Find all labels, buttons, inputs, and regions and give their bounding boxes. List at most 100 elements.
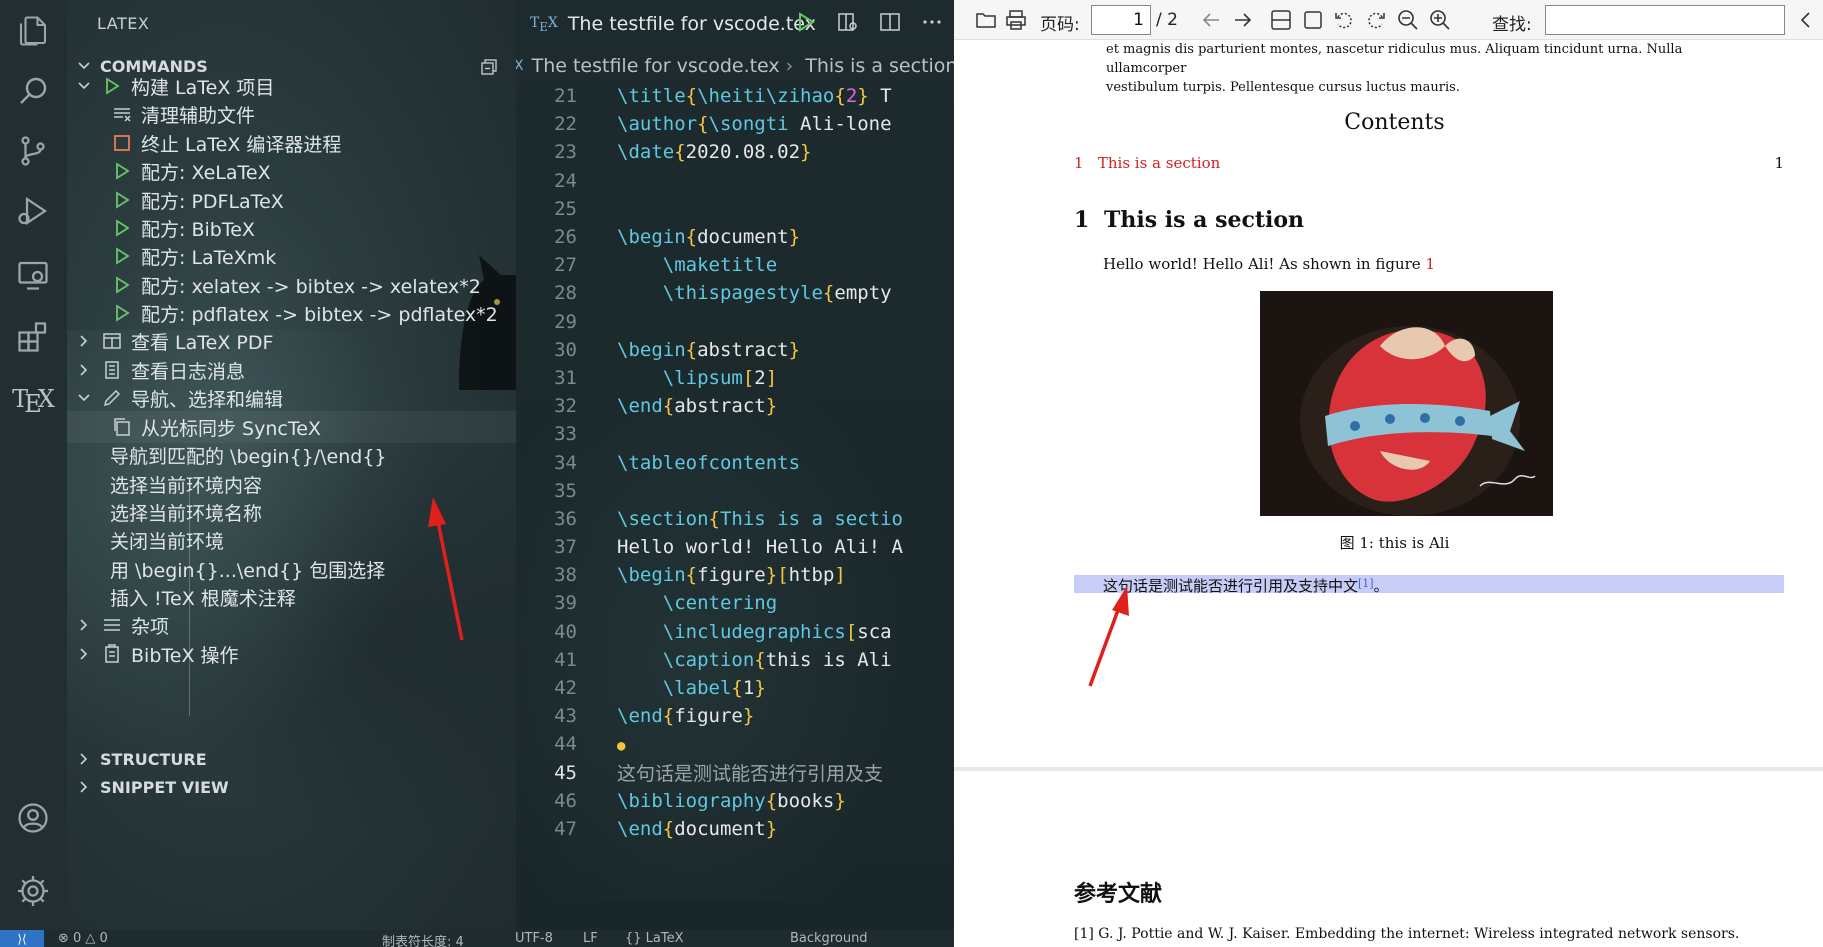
command-goto-matching-env[interactable]: 导航到匹配的 \begin{}/\end{}	[67, 439, 516, 471]
command-label: 关闭当前环境	[110, 530, 225, 553]
code-line[interactable]: 43 \end{figure}	[516, 702, 954, 730]
code-text: \title{\heiti\zihao{2} T	[617, 85, 892, 107]
code-text: \end{figure}	[617, 705, 754, 727]
page-total: / 2	[1156, 10, 1178, 30]
code-line[interactable]: 44 ●	[516, 730, 954, 758]
command-navigate-select-edit[interactable]: 导航、选择和编辑	[67, 382, 516, 414]
rotate-cw-icon[interactable]	[1364, 8, 1388, 32]
command-misc[interactable]: 杂项	[67, 609, 516, 641]
toc-title: This is a section	[1097, 154, 1221, 172]
code-line[interactable]: 30 \begin{abstract}	[516, 336, 954, 364]
find-input[interactable]	[1545, 5, 1785, 35]
code-line[interactable]: 31 \lipsum[2]	[516, 364, 954, 392]
view-pdf-icon[interactable]	[836, 10, 860, 34]
search-icon[interactable]	[10, 68, 56, 114]
code-line[interactable]: 26 \begin{document}	[516, 223, 954, 251]
zoom-in-icon[interactable]	[1428, 8, 1452, 32]
arrow-left-icon[interactable]	[1199, 8, 1223, 32]
line-number: 32	[554, 395, 577, 418]
code-line[interactable]: 25	[516, 195, 954, 223]
code-line[interactable]: 23 \date{2020.08.02}	[516, 138, 954, 166]
code-editor[interactable]: TEX The testfile for vscode.tex X The te…	[516, 0, 954, 930]
remote-indicator[interactable]: ⟩⟨	[0, 930, 44, 947]
fit-page-icon[interactable]	[1301, 8, 1325, 32]
code-token: }	[765, 395, 778, 418]
code-token: This is a sectio	[719, 507, 903, 530]
code-line[interactable]: 24	[516, 167, 954, 195]
figure-ref-link[interactable]: 1	[1425, 255, 1435, 273]
zoom-out-icon[interactable]	[1396, 8, 1420, 32]
code-line[interactable]: 36 \section{This is a sectio	[516, 505, 954, 533]
breadcrumb-section[interactable]: This is a section	[805, 55, 954, 77]
citation-link[interactable]: [1]	[1358, 577, 1374, 590]
code-line[interactable]: 47 \end{document}	[516, 815, 954, 843]
rotate-ccw-icon[interactable]	[1332, 8, 1356, 32]
settings-gear-icon[interactable]	[10, 868, 56, 914]
background-indicator[interactable]: Background	[790, 931, 868, 946]
source-control-icon[interactable]	[10, 128, 56, 174]
code-line[interactable]: 45 这句话是测试能否进行引用及支	[516, 759, 954, 787]
command-recipe-xelatex[interactable]: 配方: XeLaTeX	[67, 155, 516, 187]
code-line[interactable]: 38 \begin{figure}[htbp]	[516, 561, 954, 589]
explorer-icon[interactable]	[10, 8, 56, 54]
command-recipe-latexmk[interactable]: 配方: LaTeXmk	[67, 240, 516, 272]
eol-indicator[interactable]: LF	[583, 931, 598, 946]
print-icon[interactable]	[1004, 8, 1028, 32]
page-number-input[interactable]	[1091, 5, 1151, 35]
code-token: {	[685, 85, 698, 108]
problems-indicator[interactable]: ⊗ 0 △ 0	[58, 931, 108, 946]
code-token: document	[674, 817, 766, 840]
open-folder-icon[interactable]	[974, 8, 998, 32]
code-lines[interactable]: 21 \title{\heiti\zihao{2} T 22 \author{\son…	[516, 82, 954, 843]
code-token: {	[685, 226, 698, 249]
code-line[interactable]: 42 \label{1}	[516, 674, 954, 702]
account-icon[interactable]	[10, 795, 56, 841]
build-play-icon[interactable]	[794, 10, 818, 34]
code-line[interactable]: 46 \bibliography{books}	[516, 787, 954, 815]
code-line[interactable]: 33	[516, 420, 954, 448]
pdf-viewer[interactable]: 页码: / 2 查找: et magnis dis parturient mon…	[954, 0, 1823, 947]
indent-indicator[interactable]: 制表符长度: 4	[382, 931, 464, 947]
lightbulb-icon[interactable]: ●	[617, 738, 625, 754]
command-bibtex-actions[interactable]: BibTeX 操作	[67, 638, 516, 670]
run-debug-icon[interactable]	[10, 188, 56, 234]
remote-explorer-icon[interactable]	[10, 252, 56, 298]
editor-tab[interactable]: TEX The testfile for vscode.tex	[516, 0, 816, 48]
code-line[interactable]: 40 \includegraphics[sca	[516, 618, 954, 646]
code-line[interactable]: 39 \centering	[516, 589, 954, 617]
code-token: abstract	[674, 395, 766, 418]
code-line[interactable]: 29	[516, 308, 954, 336]
code-line[interactable]: 37 Hello world! Hello Ali! A	[516, 533, 954, 561]
command-close-env[interactable]: 关闭当前环境	[67, 524, 516, 556]
arrow-right-icon[interactable]	[1231, 8, 1255, 32]
toc-entry[interactable]: 1 This is a section 1	[1074, 154, 1784, 172]
line-number: 22	[554, 113, 577, 136]
language-indicator[interactable]: {} LaTeX	[625, 931, 684, 946]
command-clean-aux-files[interactable]: 清理辅助文件	[67, 98, 516, 130]
code-line[interactable]: 28 \thispagestyle{empty	[516, 279, 954, 307]
command-view-latex-pdf[interactable]: 查看 LaTeX PDF	[67, 325, 516, 357]
extensions-icon[interactable]	[10, 314, 56, 360]
code-line[interactable]: 22 \author{\songti Ali-lone	[516, 110, 954, 138]
fit-width-icon[interactable]	[1269, 8, 1293, 32]
structure-section-header[interactable]: STRUCTURE	[67, 746, 516, 772]
code-line[interactable]: 21 \title{\heiti\zihao{2} T	[516, 82, 954, 110]
clipboard-icon	[101, 643, 123, 665]
code-line[interactable]: 41 \caption{this is Ali	[516, 646, 954, 674]
tab-title: The testfile for vscode.tex	[567, 13, 816, 35]
split-editor-icon[interactable]	[878, 10, 902, 34]
more-actions-icon[interactable]	[920, 10, 944, 34]
code-line[interactable]: 32 \end{abstract}	[516, 392, 954, 420]
snippet-view-section-header[interactable]: SNIPPET VIEW	[67, 774, 516, 800]
code-token: }	[765, 564, 778, 587]
breadcrumb-file[interactable]: The testfile for vscode.tex	[532, 55, 780, 77]
encoding-indicator[interactable]: UTF-8	[515, 931, 553, 946]
code-line[interactable]: 35	[516, 477, 954, 505]
tex-icon[interactable]: TEX	[10, 378, 56, 424]
code-line[interactable]: 27 \maketitle	[516, 251, 954, 279]
chevron-left-icon[interactable]	[1794, 8, 1818, 32]
code-line[interactable]: 34 \tableofcontents	[516, 448, 954, 476]
code-token: ]	[834, 564, 846, 587]
snippet-header-label: SNIPPET VIEW	[100, 777, 229, 797]
